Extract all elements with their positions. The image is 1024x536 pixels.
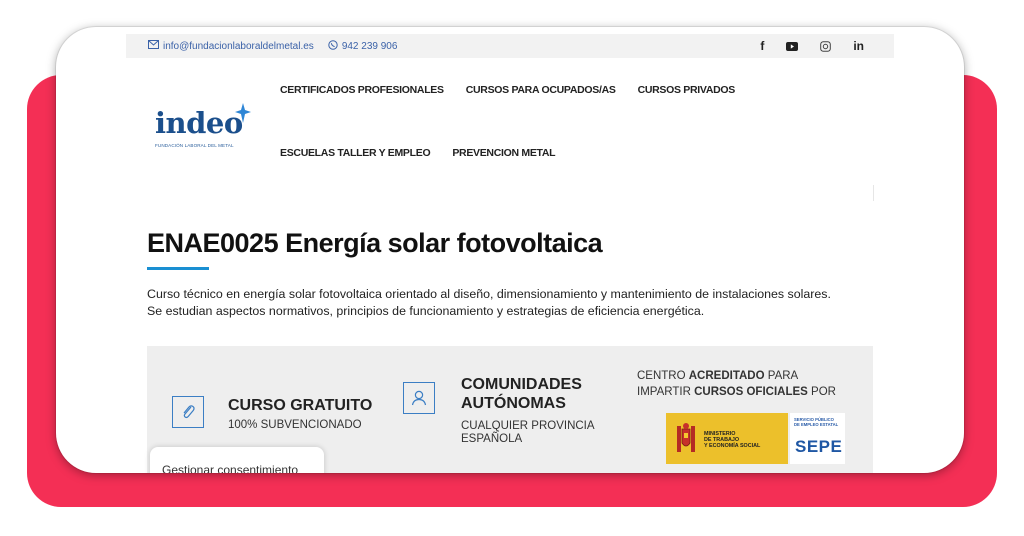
star-icon [235, 103, 251, 128]
linkedin-icon[interactable]: in [853, 39, 864, 53]
phone-link[interactable]: 942 239 906 [328, 39, 398, 53]
sepe-small-text: SERVICIO PÚBLICO DE EMPLEO ESTATAL [794, 417, 839, 428]
logo-wordmark: indeo [155, 106, 243, 140]
comunidades-title-2: AUTÓNOMAS [461, 395, 566, 412]
divider [873, 185, 874, 201]
main-nav-row1: CERTIFICADOS PROFESIONALES CURSOS PARA O… [280, 84, 735, 96]
centro-line-1: CENTRO ACREDITADO PARA [637, 368, 836, 384]
phone-text: 942 239 906 [341, 40, 398, 52]
nav-cursos-privados[interactable]: CURSOS PRIVADOS [638, 84, 736, 96]
consent-button[interactable]: Gestionar consentimiento [150, 447, 324, 473]
gratuito-title: CURSO GRATUITO [228, 397, 373, 414]
top-contact-bar: info@fundacionlaboraldelmetal.es 942 239… [126, 34, 894, 58]
nav-escuelas-taller[interactable]: ESCUELAS TALLER Y EMPLEO [280, 147, 431, 159]
browser-frame: info@fundacionlaboraldelmetal.es 942 239… [56, 27, 964, 473]
ministerio-logo: MINISTERIO DE TRABAJO Y ECONOMÍA SOCIAL [666, 413, 788, 464]
coat-of-arms-icon [673, 421, 699, 462]
centro-text: POR [807, 386, 836, 398]
user-icon [403, 382, 435, 414]
consent-label: Gestionar consentimiento [162, 463, 299, 473]
nav-cursos-ocupados[interactable]: CURSOS PARA OCUPADOS/AS [466, 84, 616, 96]
youtube-icon[interactable] [786, 41, 799, 51]
title-underline [147, 267, 209, 270]
centro-bold: CURSOS OFICIALES [694, 386, 808, 398]
centro-text: IMPARTIR [637, 386, 695, 398]
gratuito-sub: 100% SUBVENCIONADO [228, 419, 362, 431]
social-links: f in [760, 39, 864, 53]
comunidades-sub-1: CUALQUIER PROVINCIA [461, 420, 595, 432]
ministerio-line: Y ECONOMÍA SOCIAL [704, 443, 761, 449]
feature-comunidades: COMUNIDADES AUTÓNOMAS CUALQUIER PROVINCI… [403, 376, 623, 466]
indeo-logo[interactable]: indeo FUNDACIÓN LABORAL DEL METAL [155, 103, 275, 157]
email-text: info@fundacionlaboraldelmetal.es [163, 40, 314, 52]
paperclip-icon [172, 396, 204, 428]
course-description: Curso técnico en energía solar fotovolta… [147, 287, 831, 318]
facebook-icon[interactable]: f [760, 39, 764, 53]
centro-text: CENTRO [637, 370, 689, 382]
ministerio-text: MINISTERIO DE TRABAJO Y ECONOMÍA SOCIAL [704, 431, 760, 449]
mail-icon [148, 40, 159, 52]
page-title: ENAE0025 Energía solar fotovoltaica [147, 228, 603, 258]
centro-bold: ACREDITADO [688, 370, 765, 382]
sepe-wordmark: SEPE [795, 437, 843, 456]
centro-text: PARA [764, 370, 799, 382]
nav-certificados[interactable]: CERTIFICADOS PROFESIONALES [280, 84, 444, 96]
comunidades-sub-2: ESPAÑOLA [461, 433, 523, 445]
contact-info: info@fundacionlaboraldelmetal.es 942 239… [148, 39, 398, 53]
nav-prevencion-metal[interactable]: PREVENCION METAL [452, 147, 555, 159]
logo-subtitle: FUNDACIÓN LABORAL DEL METAL [155, 143, 234, 148]
instagram-icon[interactable] [820, 40, 832, 52]
sepe-logo: SERVICIO PÚBLICO DE EMPLEO ESTATAL SEPE [790, 413, 845, 464]
centro-line-2: IMPARTIR CURSOS OFICIALES POR [637, 384, 836, 400]
comunidades-title-1: COMUNIDADES [461, 376, 582, 393]
whatsapp-icon [328, 39, 338, 53]
sepe-line: DE EMPLEO ESTATAL [794, 421, 839, 427]
centro-acreditado: CENTRO ACREDITADO PARA IMPARTIR CURSOS O… [637, 368, 836, 400]
email-link[interactable]: info@fundacionlaboraldelmetal.es [148, 40, 314, 52]
main-nav-row2: ESCUELAS TALLER Y EMPLEO PREVENCION META… [280, 147, 556, 159]
